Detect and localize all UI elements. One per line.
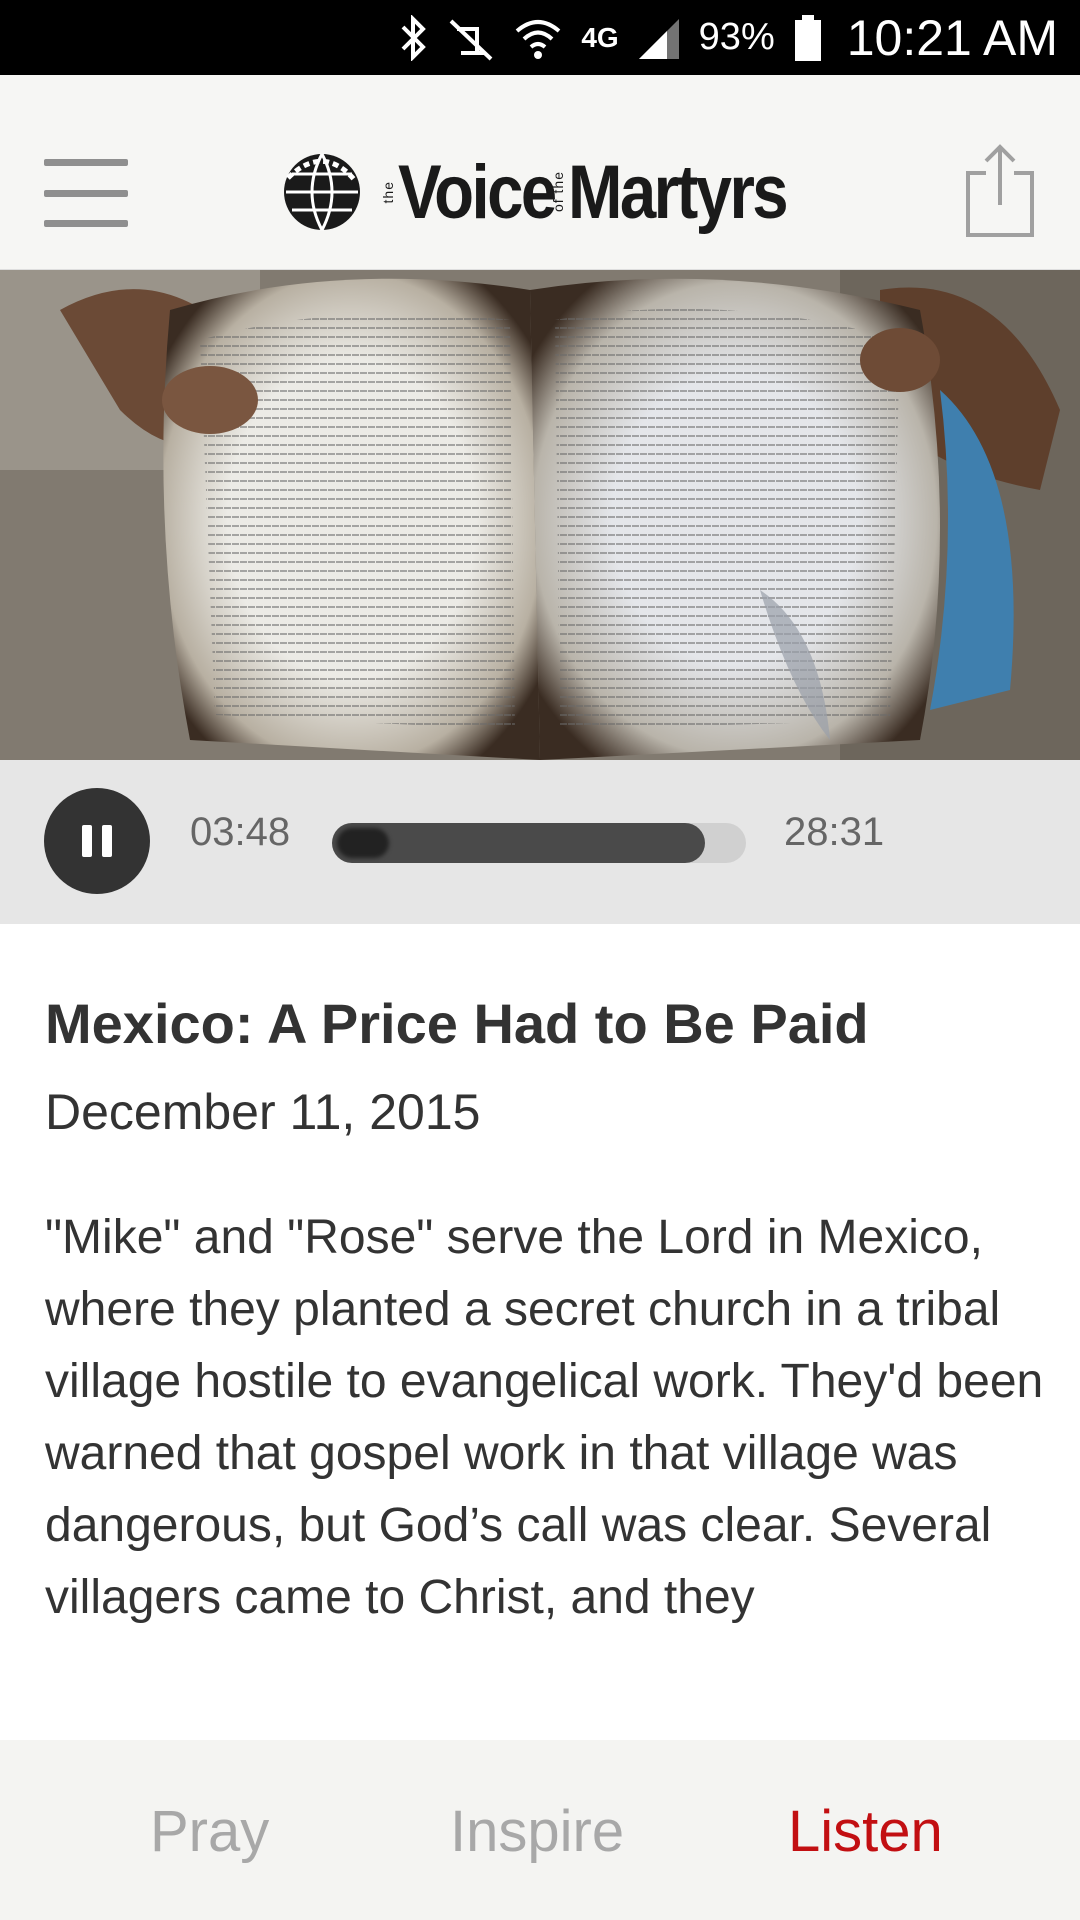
globe-logo-icon: [284, 153, 360, 231]
article-date: December 11, 2015: [45, 1084, 481, 1140]
seek-thumb[interactable]: [337, 828, 389, 858]
nav-pray[interactable]: Pray: [150, 1798, 269, 1865]
nav-listen[interactable]: Listen: [788, 1798, 943, 1865]
pause-button[interactable]: [44, 788, 150, 894]
lte-icon: 4G: [581, 0, 618, 75]
battery-percent: 93%: [698, 16, 775, 58]
article-title: Mexico: A Price Had to Be Paid: [45, 992, 869, 1055]
burned-bible-photo: [0, 270, 1080, 760]
article: Mexico: A Price Had to Be Paid December …: [45, 990, 1045, 1634]
status-clock: 10:21 AM: [846, 9, 1058, 66]
logo-the: the: [380, 180, 396, 204]
signal-icon: [637, 0, 681, 75]
pause-icon: [82, 825, 92, 857]
vibrate-off-icon: [447, 0, 495, 75]
app-bar: the Voice of the Martyrs: [0, 75, 1080, 270]
nav-inspire[interactable]: Inspire: [450, 1798, 624, 1865]
bluetooth-icon: [399, 0, 429, 75]
logo-voice: Voice: [398, 149, 557, 235]
bottom-nav: Pray Inspire Listen: [0, 1740, 1080, 1920]
status-bar: 4G 93% 10:21 AM: [0, 0, 1080, 75]
battery-icon: [793, 0, 823, 75]
network-label: 4G: [581, 21, 619, 53]
logo-of-the: of the: [550, 171, 567, 213]
logo-martyrs: Martyrs: [568, 149, 789, 235]
article-body: "Mike" and "Rose" serve the Lord in Mexi…: [45, 1211, 1044, 1624]
audio-player: 03:48 28:31: [0, 760, 1080, 924]
wifi-icon: [513, 0, 563, 75]
menu-button[interactable]: [38, 153, 134, 233]
app-logo: the Voice of the Martyrs: [278, 147, 822, 237]
menu-icon: [44, 159, 128, 166]
share-button[interactable]: [962, 143, 1038, 243]
hero-image: [0, 270, 1080, 760]
share-icon: [966, 144, 1034, 237]
elapsed-time: 03:48: [190, 810, 291, 854]
total-time: 28:31: [784, 810, 885, 854]
